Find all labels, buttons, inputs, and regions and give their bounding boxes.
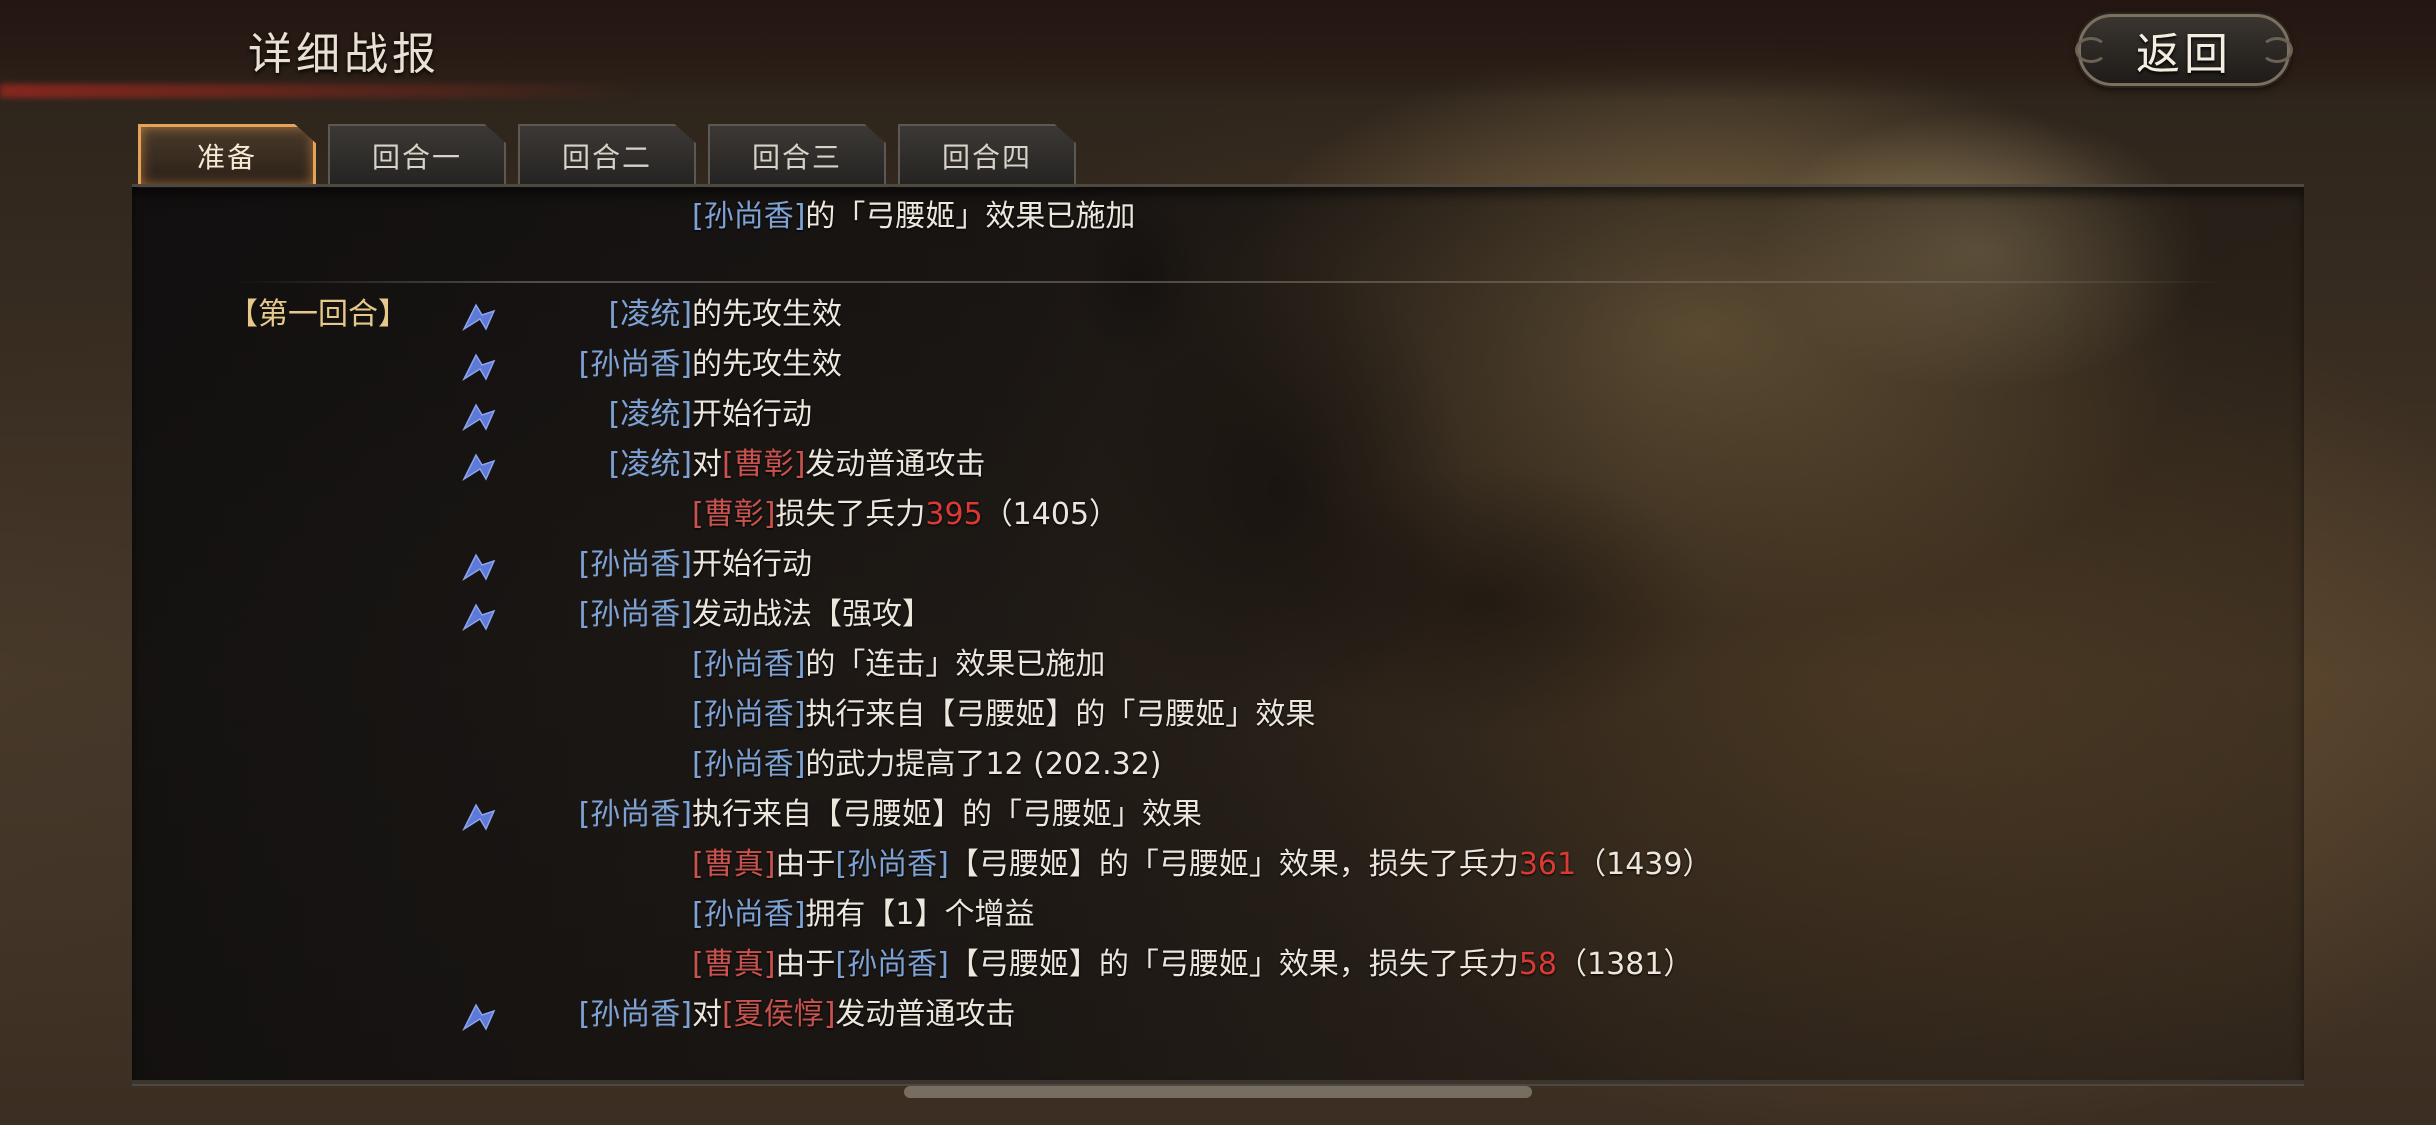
header-bar: 详细战报 返回 [0,0,2436,100]
damage-number: 58 [1518,947,1558,982]
report-line: 开始行动 [692,393,812,437]
report-text: 拥有【1】个增益 [805,897,1035,932]
tab-round-4[interactable]: 回合四 [898,124,1076,188]
enemy-name: [曹彰] [692,497,776,532]
report-line: [孙尚香]的「连击」效果已施加 [692,643,1105,687]
ally-name: [孙尚香] [692,199,806,234]
horizontal-scrollbar[interactable] [904,1086,1532,1098]
report-line: 的先攻生效 [692,293,842,337]
report-text: （1439） [1576,847,1713,882]
report-text: 发动普通攻击 [805,447,986,482]
ally-name: [孙尚香] [692,897,806,932]
ally-name: [孙尚香] [835,947,949,982]
report-text: 对 [692,447,722,482]
report-line: [孙尚香]拥有【1】个增益 [692,893,1035,937]
damage-number: 361 [1518,847,1577,882]
report-line: [曹真]由于[孙尚香]【弓腰姬】的「弓腰姬」效果，损失了兵力58（1381） [692,943,1693,987]
actor-name: [孙尚香] [578,797,692,832]
enemy-name: [曹真] [692,947,776,982]
enemy-name: [夏侯惇] [722,997,836,1032]
actor-name: [凌统] [608,297,692,332]
report-line: 开始行动 [692,543,812,587]
report-text: 由于 [775,947,836,982]
ally-name: [孙尚香] [692,697,806,732]
back-button[interactable]: 返回 [2075,14,2293,86]
report-text: 的先攻生效 [692,297,842,332]
report-text: 【弓腰姬】的「弓腰姬」效果，损失了兵力 [948,847,1519,882]
report-text: （1405） [982,497,1120,532]
report-line: [孙尚香]的武力提高了12 (202.32) [692,743,1162,787]
report-text: 的「弓腰姬」效果已施加 [805,199,1136,234]
report-text: 发动战法【强攻】 [692,597,932,632]
tab-round-3[interactable]: 回合三 [708,124,886,188]
report-text: 的「连击」效果已施加 [805,647,1106,682]
battle-report-panel[interactable]: [孙尚香]的「弓腰姬」效果已施加 【第一回合】 [凌统] 的先攻生效 [孙尚香]… [132,184,2304,1086]
ally-name: [孙尚香] [692,747,806,782]
divider [232,281,2232,283]
battle-report-screen: 详细战报 返回 准备 回合一 回合二 回合三 回合四 [孙尚香]的「弓腰姬」效果… [0,0,2436,1125]
actor-name: [孙尚香] [578,997,692,1032]
page-title: 详细战报 [248,29,440,80]
report-text: 发动普通攻击 [835,997,1016,1032]
actor-name: [凌统] [608,447,692,482]
report-line: 对[夏侯惇]发动普通攻击 [692,993,1015,1037]
damage-number: 395 [925,497,983,532]
report-text: 执行来自【弓腰姬】的「弓腰姬」效果 [692,797,1202,832]
header-accent [0,84,640,98]
report-text: 【弓腰姬】的「弓腰姬」效果，损失了兵力 [948,947,1519,982]
round-label: 【第一回合】 [228,297,408,332]
actor-name: [孙尚香] [578,597,692,632]
report-text: 的先攻生效 [692,347,842,382]
report-line: [曹真]由于[孙尚香]【弓腰姬】的「弓腰姬」效果，损失了兵力361（1439） [692,843,1712,887]
report-line: 的先攻生效 [692,343,842,387]
tab-prep[interactable]: 准备 [138,124,316,188]
report-text: 开始行动 [692,397,812,432]
actor-name: [孙尚香] [578,547,692,582]
report-text: （1381） [1557,947,1694,982]
ally-name: [孙尚香] [835,847,949,882]
report-line: [孙尚香]的「弓腰姬」效果已施加 [692,195,1135,239]
report-line: 对[曹彰]发动普通攻击 [692,443,985,487]
report-text: 的武力提高了12 (202.32) [805,747,1162,782]
ally-name: [孙尚香] [692,647,806,682]
report-text: 损失了兵力 [775,497,926,532]
actor-name: [孙尚香] [578,347,692,382]
actor-name: [凌统] [608,397,692,432]
report-text: 执行来自【弓腰姬】的「弓腰姬」效果 [805,697,1316,732]
tab-round-1[interactable]: 回合一 [328,124,506,188]
report-text: 由于 [775,847,836,882]
report-line: [曹彰]损失了兵力395（1405） [692,493,1119,537]
tab-round-2[interactable]: 回合二 [518,124,696,188]
enemy-name: [曹真] [692,847,776,882]
report-text: 开始行动 [692,547,812,582]
enemy-name: [曹彰] [722,447,806,482]
report-line: 发动战法【强攻】 [692,593,932,637]
report-line: 执行来自【弓腰姬】的「弓腰姬」效果 [692,793,1202,837]
panel-bottom-edge [132,1080,2304,1084]
report-line: [孙尚香]执行来自【弓腰姬】的「弓腰姬」效果 [692,693,1315,737]
round-tabs: 准备 回合一 回合二 回合三 回合四 [138,124,1076,188]
report-text: 对 [692,997,722,1032]
